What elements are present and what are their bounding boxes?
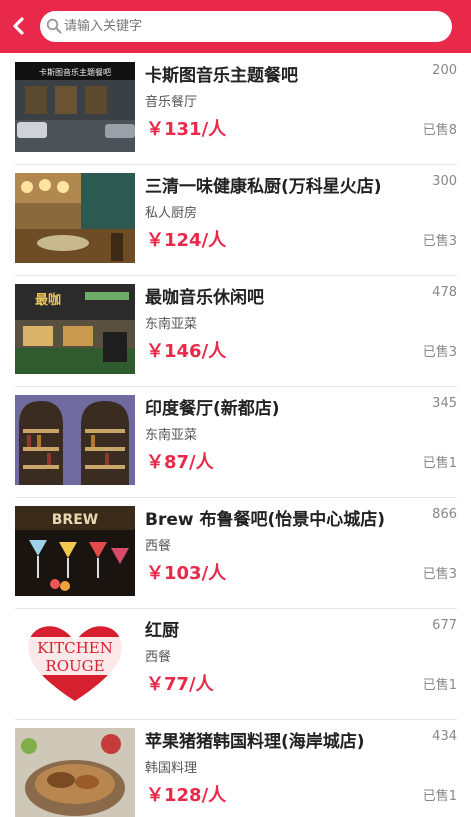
search-icon	[46, 18, 62, 34]
restaurant-category: 私人厨房	[145, 206, 198, 221]
list-item[interactable]: 苹果猪猪韩国料理(海岸城店) 韩国料理 ￥128/人 434 已售1	[0, 719, 471, 817]
item-count: 300	[432, 174, 457, 189]
logo-text: KITCHEN	[37, 639, 113, 657]
price-per-person: ￥146/人	[146, 341, 227, 362]
back-button[interactable]	[8, 13, 30, 39]
sold-count: 已售3	[422, 567, 457, 582]
restaurant-category: 东南亚菜	[145, 317, 198, 332]
sign-text: BREW	[52, 512, 98, 528]
restaurant-photo	[15, 728, 135, 817]
sign-text: 卡斯图音乐主题餐吧	[39, 67, 111, 77]
sold-count: 已售1	[422, 456, 457, 471]
item-count: 677	[432, 618, 457, 633]
sign-text: 最咖	[35, 292, 61, 308]
restaurant-logo: KITCHEN ROUGE	[15, 617, 135, 707]
list-item[interactable]: 最咖 最咖音乐休闲吧 东南亚菜 ￥146/人 478 已售3	[0, 275, 471, 386]
restaurant-photo	[15, 395, 135, 485]
item-count: 866	[432, 507, 457, 522]
price-per-person: ￥87/人	[146, 452, 214, 473]
restaurant-name: 卡斯图音乐主题餐吧	[145, 66, 298, 86]
sold-count: 已售8	[422, 123, 457, 138]
restaurant-list: 卡斯图音乐主题餐吧 卡斯图音乐主题餐吧 音乐餐厅 ￥131/人 200 已售8	[0, 53, 471, 817]
restaurant-name: 三清一味健康私厨(万科星火店)	[145, 177, 382, 197]
restaurant-name: 红厨	[145, 621, 179, 641]
restaurant-category: 东南亚菜	[145, 428, 198, 443]
restaurant-name: 苹果猪猪韩国料理(海岸城店)	[145, 732, 365, 752]
restaurant-photo: BREW	[15, 506, 135, 596]
price-per-person: ￥77/人	[146, 674, 214, 695]
list-item[interactable]: BREW Brew 布鲁餐吧(怡景中心城店) 西餐 ￥103/人 866 已售3	[0, 497, 471, 608]
restaurant-name: Brew 布鲁餐吧(怡景中心城店)	[145, 510, 386, 530]
list-item[interactable]: KITCHEN ROUGE 红厨 西餐 ￥77/人 677 已售1	[0, 608, 471, 719]
price-per-person: ￥124/人	[146, 230, 227, 251]
price-per-person: ￥103/人	[146, 563, 227, 584]
list-item[interactable]: 三清一味健康私厨(万科星火店) 私人厨房 ￥124/人 300 已售3	[0, 164, 471, 275]
sold-count: 已售1	[422, 789, 457, 804]
restaurant-name: 印度餐厅(新都店)	[145, 399, 280, 419]
restaurant-category: 西餐	[145, 650, 172, 665]
restaurant-photo	[15, 173, 135, 263]
restaurant-category: 音乐餐厅	[145, 95, 198, 110]
restaurant-category: 韩国料理	[145, 761, 198, 776]
item-count: 434	[432, 729, 457, 744]
price-per-person: ￥131/人	[146, 119, 227, 140]
item-count: 478	[432, 285, 457, 300]
sold-count: 已售3	[422, 345, 457, 360]
logo-text: ROUGE	[45, 657, 104, 675]
list-item[interactable]: 卡斯图音乐主题餐吧 卡斯图音乐主题餐吧 音乐餐厅 ￥131/人 200 已售8	[0, 53, 471, 164]
chevron-left-icon	[13, 17, 24, 35]
top-bar	[0, 0, 471, 53]
item-count: 345	[432, 396, 457, 411]
restaurant-name: 最咖音乐休闲吧	[145, 288, 264, 308]
price-per-person: ￥128/人	[146, 785, 227, 806]
sold-count: 已售3	[422, 234, 457, 249]
restaurant-photo: 最咖	[15, 284, 135, 374]
search-input[interactable]	[64, 11, 444, 42]
restaurant-photo: 卡斯图音乐主题餐吧	[15, 62, 135, 152]
list-item[interactable]: 印度餐厅(新都店) 东南亚菜 ￥87/人 345 已售1	[0, 386, 471, 497]
restaurant-category: 西餐	[145, 539, 172, 554]
item-count: 200	[432, 63, 457, 78]
sold-count: 已售1	[422, 678, 457, 693]
search-box[interactable]	[40, 11, 452, 42]
